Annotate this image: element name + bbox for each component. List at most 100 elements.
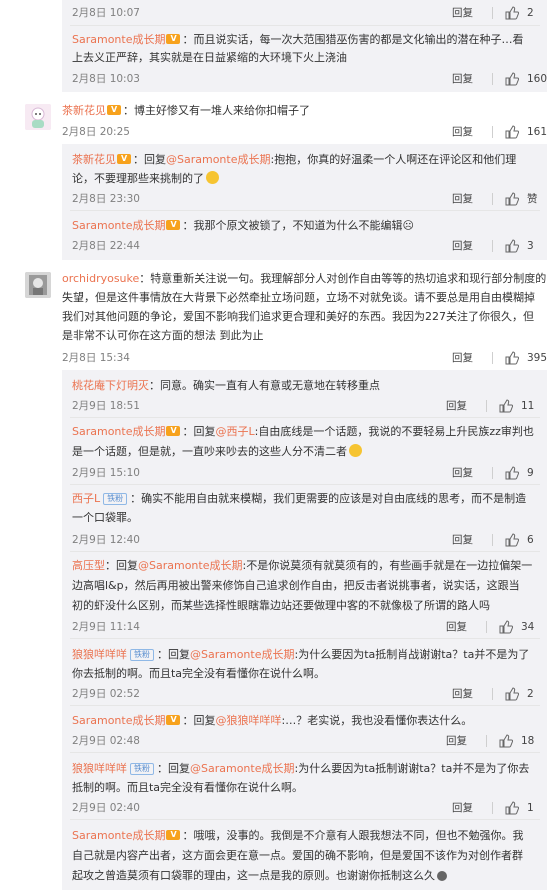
comment-actions: 回复 34 — [446, 619, 534, 634]
comment-text: Saramonte成长期：哦哦，没事的。我倒是不介意有人跟我想法不同，但也不勉强… — [72, 828, 523, 843]
like-count: 6 — [527, 533, 534, 546]
thumb-up-icon[interactable] — [505, 465, 519, 480]
comment-actions: 回复 160 — [452, 71, 547, 86]
like-count: 赞 — [527, 193, 538, 205]
emoji-icon — [206, 171, 219, 184]
comment-text: Saramonte成长期：而且说实话，每一次大范围猎巫伤害的都是文化输出的潜在种… — [72, 32, 523, 47]
fan-badge: 铁粉 — [130, 649, 154, 661]
user-name-link[interactable]: Saramonte成长期 — [72, 425, 165, 438]
reply-button[interactable]: 回复 — [452, 71, 492, 86]
thumb-up-icon[interactable] — [505, 686, 519, 701]
comment-actions: 回复 11 — [446, 398, 534, 413]
mention-link[interactable]: @狼狼咩咩咩 — [215, 714, 281, 727]
like-count: 34 — [521, 620, 535, 633]
thumb-up-icon[interactable] — [505, 350, 519, 365]
comment-text: 抵制的啊。而且ta完全没有看懂你在说什么啊。 — [72, 781, 304, 794]
vip-badge-icon — [166, 32, 181, 46]
user-name-link[interactable]: Saramonte成长期 — [72, 33, 165, 46]
reply-button[interactable]: 回复 — [446, 619, 486, 634]
divider — [70, 210, 540, 211]
thumb-up-icon[interactable] — [505, 71, 519, 86]
mention-link[interactable]: @Saramonte成长期 — [138, 559, 242, 572]
thumb-up-icon[interactable] — [499, 619, 513, 634]
comment-text: 茶新花见：回复@Saramonte成长期:抱抱，你真的好温柔一个人啊还在评论区和… — [72, 152, 516, 167]
divider — [70, 705, 540, 706]
thumb-up-icon[interactable] — [505, 191, 519, 206]
thumb-up-icon[interactable] — [505, 800, 519, 815]
comment-actions: 回复 395 — [452, 350, 547, 365]
reply-button[interactable]: 回复 — [452, 465, 492, 480]
user-name-link[interactable]: 西子L — [72, 492, 100, 505]
user-name-link[interactable]: orchidryosuke — [62, 272, 139, 285]
comment-actions: 回复 161 — [452, 124, 547, 139]
divider — [492, 533, 493, 546]
user-name-link[interactable]: Saramonte成长期 — [72, 219, 165, 232]
vip-badge-icon — [166, 424, 181, 438]
comment-actions: 回复 6 — [452, 532, 534, 547]
comment-date: 2月8日 22:44 — [72, 240, 140, 252]
divider — [492, 466, 493, 479]
reply-button[interactable]: 回复 — [452, 800, 492, 815]
emoji-icon — [437, 871, 447, 881]
comment-text: 一个口袋罪。 — [72, 511, 138, 524]
comment-actions: 回复 赞 — [452, 191, 538, 206]
avatar-icon[interactable] — [25, 104, 51, 130]
reply-button[interactable]: 回复 — [452, 350, 492, 365]
reply-button[interactable]: 回复 — [452, 124, 492, 139]
comment-text: 起攻之曾造莫须有口袋罪的理由，这一点是我的原则。也谢谢你抵制这么久 — [72, 869, 447, 883]
comment-actions: 回复 9 — [452, 465, 534, 480]
comment-date: 2月9日 02:40 — [72, 802, 140, 814]
mention-link[interactable]: @Saramonte成长期 — [190, 648, 294, 661]
comment-text: 上去义正严辞，其实就是在日益紧缩的大环境下火上浇油 — [72, 51, 347, 64]
thumb-up-icon[interactable] — [505, 238, 519, 253]
thumb-up-icon[interactable] — [505, 5, 519, 20]
mention-link[interactable]: @Saramonte成长期 — [190, 762, 294, 775]
user-name-link[interactable]: 桃花庵下灯明灭 — [72, 379, 149, 392]
reply-button[interactable]: 回复 — [452, 532, 492, 547]
comment-date: 2月9日 02:52 — [72, 688, 140, 700]
comment-date: 2月8日 20:25 — [62, 126, 130, 138]
thumb-up-icon[interactable] — [499, 733, 513, 748]
comment-date: 2月8日 23:30 — [72, 193, 140, 205]
reply-button[interactable]: 回复 — [446, 733, 486, 748]
reply-button[interactable]: 回复 — [452, 5, 492, 20]
divider — [70, 25, 540, 26]
divider — [492, 687, 493, 700]
comment-date: 2月9日 12:40 — [72, 534, 140, 546]
vip-badge-icon — [117, 152, 131, 166]
user-name-link[interactable]: Saramonte成长期 — [72, 714, 165, 727]
comment-text: Saramonte成长期：我那个原文被锁了，不知道为什么不能编辑☹ — [72, 218, 414, 233]
user-name-link[interactable]: 茶新花见 — [72, 153, 116, 166]
user-name-link[interactable]: 茶新花见 — [62, 104, 106, 117]
thumb-up-icon[interactable] — [499, 398, 513, 413]
avatar-icon[interactable] — [25, 272, 51, 298]
reply-button[interactable]: 回复 — [452, 686, 492, 701]
like-count: 3 — [527, 239, 534, 252]
like-count: 11 — [521, 399, 535, 412]
reply-button[interactable]: 回复 — [446, 398, 486, 413]
comment-actions: 回复 2 — [452, 5, 534, 20]
divider — [492, 72, 493, 85]
comment-text: 西子L 铁粉 ：确实不能用自由就来模糊，我们更需要的应该是对自由底线的思考，而不是制… — [72, 492, 527, 505]
divider — [492, 6, 493, 19]
thumb-up-icon[interactable] — [505, 532, 519, 547]
comment-actions: 回复 1 — [452, 800, 534, 815]
comment-text: 你去抵制的啊。而且ta完全没有看懂你在说什么啊。 — [72, 667, 326, 680]
reply-button[interactable]: 回复 — [452, 191, 492, 206]
like-count: 1 — [527, 801, 534, 814]
mention-link[interactable]: @Saramonte成长期 — [166, 153, 270, 166]
reply-button[interactable]: 回复 — [452, 238, 492, 253]
mention-link[interactable]: @西子L — [215, 425, 254, 438]
like-count: 161 — [527, 125, 548, 138]
thumb-up-icon[interactable] — [505, 124, 519, 139]
user-name-link[interactable]: 狼狼咩咩咩 — [72, 762, 127, 775]
user-name-link[interactable]: Saramonte成长期 — [72, 829, 165, 842]
divider — [492, 351, 493, 364]
comment-date: 2月8日 15:34 — [62, 352, 130, 364]
user-name-link[interactable]: 狼狼咩咩咩 — [72, 648, 127, 661]
emoji-icon — [349, 444, 362, 457]
comment-text: 茶新花见：博主好惨又有一堆人来给你扣帽子了 — [62, 103, 310, 118]
user-name-link[interactable]: 高压型 — [72, 559, 105, 572]
comment-actions: 回复 3 — [452, 238, 534, 253]
divider — [70, 484, 540, 485]
